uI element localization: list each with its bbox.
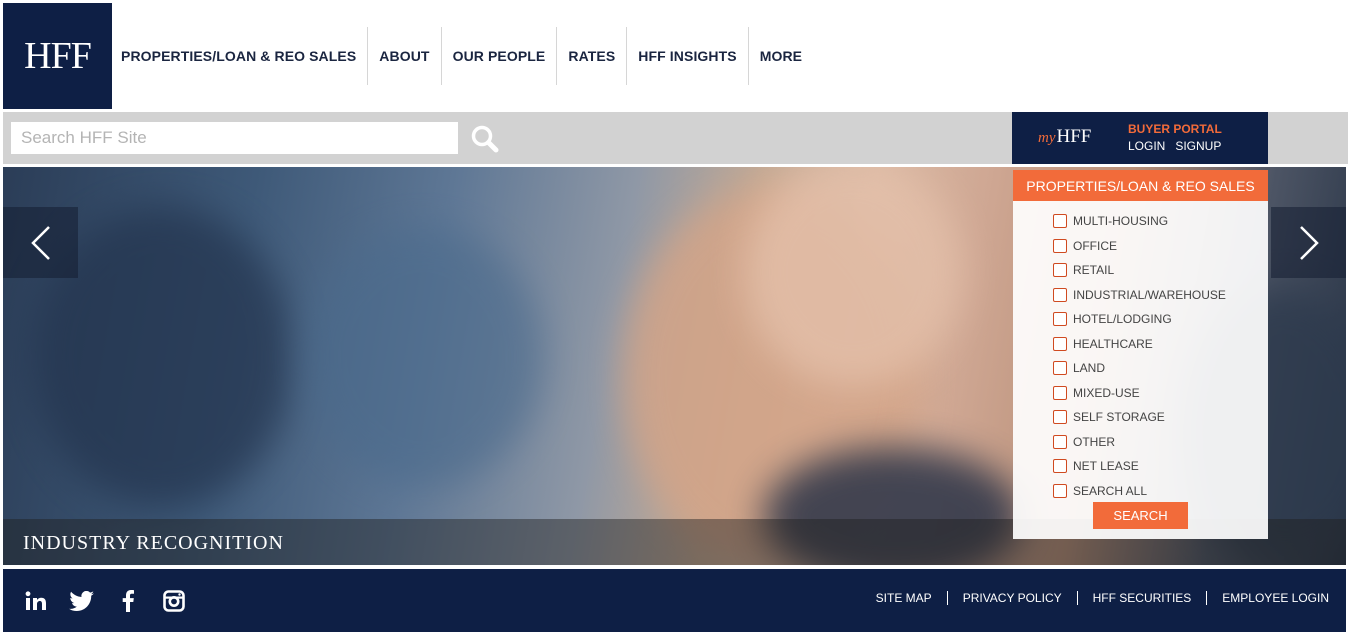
property-option-net-lease[interactable]: NET LEASE — [1013, 454, 1268, 479]
hff-logo[interactable]: HFF — [3, 3, 112, 109]
property-option-label: SELF STORAGE — [1073, 410, 1165, 425]
property-search-button[interactable]: SEARCH — [1093, 502, 1188, 529]
footer-divider — [1206, 591, 1208, 605]
myhff-logo-prefix: my — [1038, 130, 1056, 146]
twitter-icon[interactable] — [69, 588, 95, 614]
checkbox[interactable] — [1053, 459, 1067, 474]
search-input[interactable] — [11, 122, 458, 154]
checkbox[interactable] — [1053, 385, 1067, 400]
checkbox[interactable] — [1053, 287, 1067, 302]
property-option-industrial[interactable]: INDUSTRIAL/WAREHOUSE — [1013, 283, 1268, 308]
main-nav: PROPERTIES/LOAN & REO SALES ABOUT OUR PE… — [112, 27, 813, 85]
property-option-label: RETAIL — [1073, 263, 1115, 278]
logo-text: HFF — [24, 35, 92, 77]
checkbox[interactable] — [1053, 312, 1067, 327]
nav-item-about[interactable]: ABOUT — [368, 27, 442, 85]
nav-item-rates[interactable]: RATES — [557, 27, 628, 85]
hero-caption: INDUSTRY RECOGNITION — [23, 532, 284, 554]
property-option-label: MULTI-HOUSING — [1073, 214, 1169, 229]
facebook-icon[interactable] — [115, 588, 141, 614]
linkedin-icon[interactable] — [23, 588, 49, 614]
social-links — [23, 588, 187, 614]
signup-link[interactable]: SIGNUP — [1175, 139, 1221, 153]
checkbox[interactable] — [1053, 214, 1067, 229]
buyer-portal-title: BUYER PORTAL — [1128, 122, 1222, 136]
buyer-portal-links: LOGIN SIGNUP — [1128, 139, 1221, 153]
property-option-self-storage[interactable]: SELF STORAGE — [1013, 405, 1268, 430]
chevron-right-icon — [1299, 225, 1319, 260]
property-option-label: SEARCH ALL — [1073, 483, 1148, 498]
property-option-label: HEALTHCARE — [1073, 336, 1153, 351]
checkbox[interactable] — [1053, 434, 1067, 449]
hero-bg-shape — [303, 227, 543, 487]
instagram-icon[interactable] — [161, 588, 187, 614]
footer-links: SITE MAP PRIVACY POLICY HFF SECURITIES E… — [876, 591, 1329, 605]
property-option-healthcare[interactable]: HEALTHCARE — [1013, 332, 1268, 357]
search-icon[interactable] — [470, 124, 500, 154]
nav-item-our-people[interactable]: OUR PEOPLE — [442, 27, 558, 85]
property-option-label: NET LEASE — [1073, 459, 1139, 474]
checkbox[interactable] — [1053, 483, 1067, 498]
login-link[interactable]: LOGIN — [1128, 139, 1165, 153]
property-option-label: OFFICE — [1073, 238, 1117, 253]
nav-item-hff-insights[interactable]: HFF INSIGHTS — [627, 27, 749, 85]
property-option-label: MIXED-USE — [1073, 385, 1140, 400]
footer-link-employee-login[interactable]: EMPLOYEE LOGIN — [1222, 591, 1329, 605]
property-search-title: PROPERTIES/LOAN & REO SALES — [1013, 170, 1268, 201]
property-option-multi-housing[interactable]: MULTI-HOUSING — [1013, 209, 1268, 234]
checkbox[interactable] — [1053, 361, 1067, 376]
property-option-other[interactable]: OTHER — [1013, 430, 1268, 455]
property-option-retail[interactable]: RETAIL — [1013, 258, 1268, 283]
footer-divider — [1076, 591, 1078, 605]
checkbox[interactable] — [1053, 410, 1067, 425]
checkbox[interactable] — [1053, 238, 1067, 253]
property-option-label: LAND — [1073, 361, 1106, 376]
property-search-panel: PROPERTIES/LOAN & REO SALES MULTI-HOUSIN… — [1013, 170, 1268, 539]
nav-item-more[interactable]: MORE — [749, 27, 813, 85]
footer-link-site-map[interactable]: SITE MAP — [876, 591, 932, 605]
hero-hands-shape — [743, 167, 963, 387]
property-option-office[interactable]: OFFICE — [1013, 234, 1268, 259]
property-option-label: INDUSTRIAL/WAREHOUSE — [1073, 287, 1226, 302]
footer-link-privacy-policy[interactable]: PRIVACY POLICY — [963, 591, 1062, 605]
property-type-list: MULTI-HOUSING OFFICE RETAIL INDUSTRIAL/W… — [1013, 201, 1268, 503]
myhff-logo[interactable]: myHFF — [1038, 126, 1091, 148]
footer: SITE MAP PRIVACY POLICY HFF SECURITIES E… — [3, 569, 1346, 632]
property-option-mixed-use[interactable]: MIXED-USE — [1013, 381, 1268, 406]
checkbox[interactable] — [1053, 336, 1067, 351]
property-option-hotel[interactable]: HOTEL/LODGING — [1013, 307, 1268, 332]
carousel-next-button[interactable] — [1271, 207, 1346, 278]
carousel-prev-button[interactable] — [3, 207, 78, 278]
checkbox[interactable] — [1053, 263, 1067, 278]
property-option-search-all[interactable]: SEARCH ALL — [1013, 479, 1268, 504]
nav-item-properties[interactable]: PROPERTIES/LOAN & REO SALES — [112, 27, 369, 85]
footer-link-hff-securities[interactable]: HFF SECURITIES — [1093, 591, 1192, 605]
buyer-portal-panel: myHFF BUYER PORTAL LOGIN SIGNUP — [1012, 112, 1268, 164]
chevron-left-icon — [30, 225, 50, 260]
property-option-land[interactable]: LAND — [1013, 356, 1268, 381]
footer-divider — [946, 591, 948, 605]
myhff-logo-text: HFF — [1056, 126, 1092, 147]
property-option-label: OTHER — [1073, 434, 1115, 449]
property-option-label: HOTEL/LODGING — [1073, 312, 1172, 327]
